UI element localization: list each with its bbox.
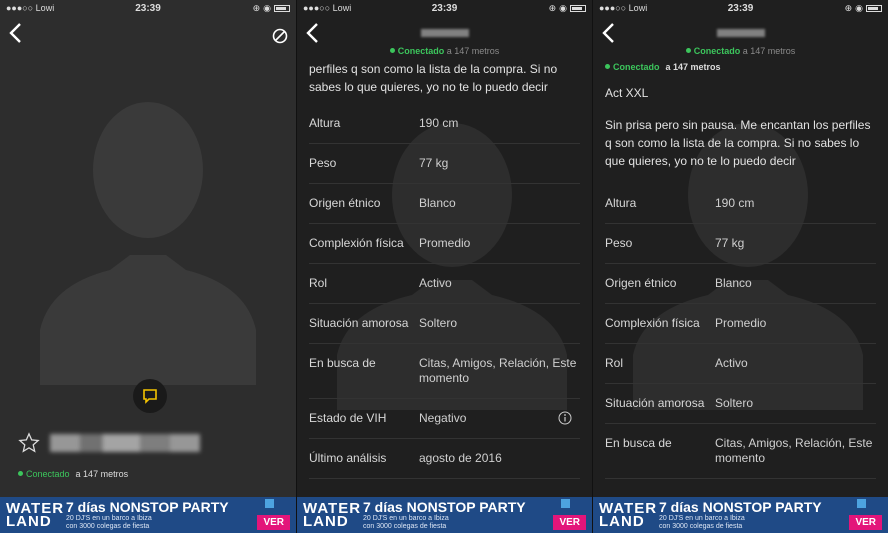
screenshot-collage: ●●●○○ Lowi 23:39 ⊕ ◉ Conectado a 147 met…: [0, 0, 888, 533]
detail-row: Complexión física Promedio: [309, 224, 580, 264]
battery-icon: [866, 4, 882, 12]
pixelated-name: [50, 434, 200, 452]
online-dot: [18, 471, 23, 476]
ad-choices-icon[interactable]: [857, 499, 866, 508]
detail-row: Rol Activo: [605, 344, 876, 384]
online-label: Conectado: [26, 469, 70, 479]
clock: 23:39: [135, 2, 161, 14]
battery-icon: [570, 4, 586, 12]
ad-headline: 7 días NONSTOP PARTY: [363, 498, 526, 515]
ad-cta-button[interactable]: VER: [553, 515, 586, 530]
ad-sub2: con 3000 colegas de fiesta: [363, 522, 447, 530]
chat-button[interactable]: [133, 379, 167, 413]
default-avatar-silhouette: [40, 102, 256, 385]
detail-row: Peso 77 kg: [605, 224, 876, 264]
bio-text: perfiles q son como la lista de la compr…: [309, 62, 558, 94]
ad-sub1: 20 DJ'S en un barco a Ibiza: [363, 514, 449, 522]
detail-row: En busca de Citas, Amigos, Relación, Este…: [605, 424, 876, 479]
back-button[interactable]: [8, 22, 28, 44]
detail-row: Origen étnico Blanco: [309, 184, 580, 224]
status-icons: ⊕ ◉: [549, 3, 586, 14]
info-icon[interactable]: [558, 411, 572, 425]
location-icon: ⊕: [252, 2, 261, 13]
ad-choices-icon[interactable]: [561, 499, 570, 508]
details-scroll[interactable]: Conectado a 147 metros Act XXL Sin prisa …: [593, 58, 888, 495]
profile-headline: Act XXL: [605, 86, 649, 100]
detail-row: Altura 190 cm: [309, 104, 580, 144]
ad-sub2: con 3000 colegas de fiesta: [659, 522, 743, 530]
ad-banner[interactable]: WATER LAND 7 días NONSTOP PARTY 20 DJ'S e…: [297, 497, 592, 533]
ad-logo: WATER LAND: [303, 500, 362, 530]
ad-choices-icon[interactable]: [265, 499, 274, 508]
detail-row: Situación amorosa Soltero: [309, 304, 580, 344]
online-status: Conectado a 147 metros: [605, 62, 876, 72]
chevron-left-icon: [9, 23, 21, 43]
ad-cta-button[interactable]: VER: [849, 515, 882, 530]
alarm-icon: ◉: [559, 2, 567, 13]
ad-cta-button[interactable]: VER: [257, 515, 290, 530]
location-icon: ⊕: [548, 2, 557, 13]
nav-bar: [0, 18, 296, 58]
detail-row: Situación amorosa Soltero: [605, 384, 876, 424]
ad-banner[interactable]: WATER LAND 7 días NONSTOP PARTY 20 DJ'S e…: [593, 497, 888, 533]
block-button[interactable]: [272, 28, 288, 44]
nav-bar: Conectado a 147 metros: [593, 18, 888, 58]
details-list: Altura 190 cm Peso 77 kg Origen étnico Blan…: [309, 104, 580, 479]
details-list: Altura 190 cm Peso 77 kg Origen étnico Blan…: [605, 184, 876, 479]
carrier: ●●●○○ Lowi: [599, 3, 648, 13]
ad-sub2: con 3000 colegas de fiesta: [66, 522, 150, 530]
nav-title: Conectado a 147 metros: [593, 24, 888, 56]
status-bar: ●●●○○ Lowi 23:39 ⊕ ◉: [593, 0, 888, 16]
ad-headline: 7 días NONSTOP PARTY: [659, 498, 822, 515]
battery-icon: [274, 4, 290, 12]
ad-banner[interactable]: WATER LAND 7 días NONSTOP PARTY 20 DJ'S e…: [0, 497, 296, 533]
carrier: ●●●○○ Lowi: [303, 3, 352, 13]
status-icons: ⊕ ◉: [845, 3, 882, 14]
ad-logo: WATER LAND: [599, 500, 658, 530]
detail-row: Altura 190 cm: [605, 184, 876, 224]
pixelated-name: [716, 29, 765, 37]
detail-row: Origen étnico Blanco: [605, 264, 876, 304]
profile-details-screen-top: ●●●○○ Lowi 23:39 ⊕ ◉ Conectado a 147 met…: [592, 0, 888, 533]
detail-row: En busca de Citas, Amigos, Relación, Este…: [309, 344, 580, 399]
detail-row: Rol Activo: [309, 264, 580, 304]
status-icons: ⊕ ◉: [253, 3, 290, 14]
name-row: [18, 432, 200, 454]
ad-logo: WATER LAND: [6, 500, 65, 530]
online-status: Conectado a 147 metros: [18, 469, 128, 479]
location-icon: ⊕: [844, 2, 853, 13]
clock: 23:39: [727, 2, 754, 14]
status-bar: ●●●○○ Lowi 23:39 ⊕ ◉: [0, 0, 296, 16]
nav-title: Conectado a 147 metros: [297, 24, 592, 56]
online-dot: [685, 48, 691, 53]
ad-sub1: 20 DJ'S en un barco a Ibiza: [66, 514, 152, 522]
carrier: ●●●○○ Lowi: [6, 3, 55, 13]
nav-bar: Conectado a 147 metros: [297, 18, 592, 58]
online-dot: [389, 48, 395, 53]
ad-sub1: 20 DJ'S en un barco a Ibiza: [659, 514, 745, 522]
detail-row-hiv: Estado de VIH Negativo: [309, 399, 580, 439]
ad-headline: 7 días NONSTOP PARTY: [66, 498, 229, 515]
detail-row: Complexión física Promedio: [605, 304, 876, 344]
pixelated-name: [420, 29, 469, 37]
favorite-star-button[interactable]: [18, 432, 40, 454]
online-dot: [605, 64, 610, 69]
alarm-icon: ◉: [855, 2, 863, 13]
chat-bubble-icon: [143, 389, 157, 404]
profile-photo-screen: ●●●○○ Lowi 23:39 ⊕ ◉ Conectado a 147 met…: [0, 0, 296, 533]
detail-row: Peso 77 kg: [309, 144, 580, 184]
profile-details-screen: ●●●○○ Lowi 23:39 ⊕ ◉ Conectado a 147 met…: [296, 0, 592, 533]
detail-row: Último análisis agosto de 2016: [309, 439, 580, 479]
status-bar: ●●●○○ Lowi 23:39 ⊕ ◉: [297, 0, 592, 16]
bio-text: Sin prisa pero sin pausa. Me encantan lo…: [605, 118, 871, 168]
clock: 23:39: [431, 2, 458, 14]
alarm-icon: ◉: [263, 2, 271, 13]
distance-label: a 147 metros: [75, 469, 129, 479]
details-scroll[interactable]: perfiles q son como la lista de la compr…: [297, 60, 592, 495]
